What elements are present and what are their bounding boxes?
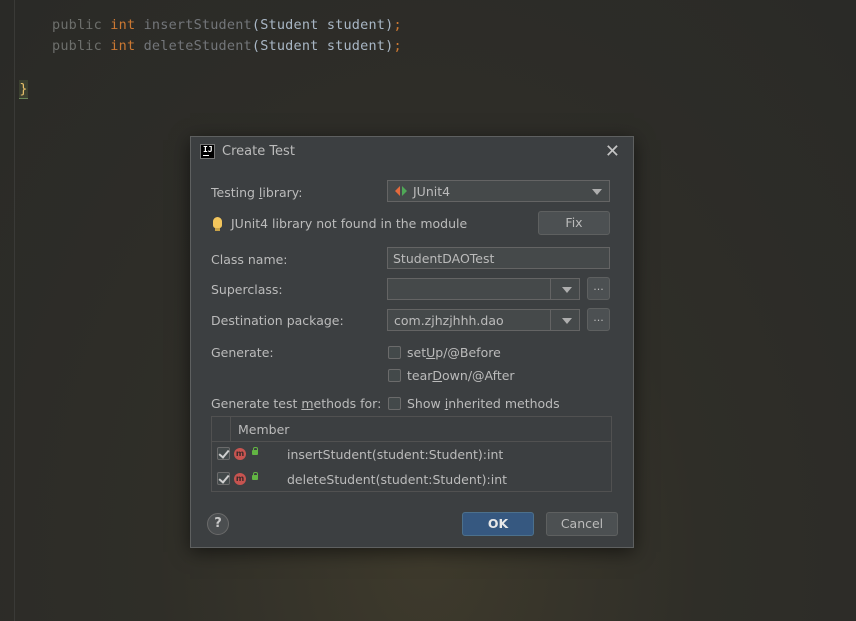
code-method-name: insertStudent (143, 17, 252, 33)
destination-package-label: Destination package: (211, 313, 344, 328)
method-icon: m (234, 448, 246, 460)
close-icon[interactable]: ✕ (605, 141, 620, 162)
combo-separator (550, 279, 551, 299)
class-name-input[interactable] (387, 247, 610, 269)
app-icon-text: IJ (203, 145, 213, 154)
table-header-check-column (212, 417, 231, 441)
generate-label: Generate: (211, 345, 274, 360)
help-button[interactable]: ? (207, 513, 229, 535)
closing-brace[interactable]: } (19, 80, 28, 99)
show-inherited-checkbox[interactable] (388, 397, 401, 410)
testing-library-value: JUnit4 (413, 184, 451, 199)
combo-separator (550, 310, 551, 330)
junit-diamond-icon (395, 186, 407, 196)
chevron-down-icon (562, 287, 572, 293)
superclass-select[interactable] (387, 278, 580, 300)
library-warning-text: JUnit4 library not found in the module (231, 216, 468, 231)
code-modifier: public (52, 17, 102, 33)
code-semicolon: ; (393, 38, 402, 54)
generate-methods-label: Generate test methods for: (211, 396, 382, 411)
public-access-icon (252, 447, 258, 455)
intellij-icon: IJ (200, 144, 215, 159)
table-header: Member (212, 417, 611, 442)
method-icon: m (234, 473, 246, 485)
chevron-down-icon (592, 189, 602, 195)
show-inherited-label[interactable]: Show inherited methods (407, 396, 560, 411)
teardown-checkbox[interactable] (388, 369, 401, 382)
code-modifier: public (52, 38, 102, 54)
cancel-button[interactable]: Cancel (546, 512, 618, 536)
destination-package-select[interactable]: com.zjhzjhhh.dao (387, 309, 580, 331)
destination-package-browse-button[interactable]: ... (587, 308, 610, 331)
testing-library-label: Testing library: (211, 185, 303, 200)
member-column-header[interactable]: Member (238, 422, 289, 437)
member-checkbox[interactable] (217, 472, 230, 485)
dialog-titlebar[interactable]: IJ Create Test ✕ (191, 137, 633, 167)
class-name-field[interactable] (388, 248, 609, 268)
teardown-label[interactable]: tearDown/@After (407, 368, 515, 383)
ok-button[interactable]: OK (462, 512, 534, 536)
table-row[interactable]: m deleteStudent(student:Student):int (212, 467, 611, 491)
member-checkbox[interactable] (217, 447, 230, 460)
create-test-dialog: IJ Create Test ✕ Testing library: JUnit4… (190, 136, 634, 548)
destination-package-value: com.zjhzjhhh.dao (394, 313, 504, 328)
superclass-label: Superclass: (211, 282, 283, 297)
member-table[interactable]: Member m insertStudent(student:Student):… (211, 416, 612, 492)
class-name-label: Class name: (211, 252, 288, 267)
public-access-icon (252, 472, 258, 480)
code-semicolon: ; (393, 17, 402, 33)
code-line-1[interactable]: public int insertStudent(Student student… (52, 17, 402, 33)
lightbulb-base-icon (215, 228, 220, 231)
superclass-browse-button[interactable]: ... (587, 277, 610, 300)
code-method-name: deleteStudent (143, 38, 252, 54)
lightbulb-icon (213, 217, 222, 228)
code-line-2[interactable]: public int deleteStudent(Student student… (52, 38, 402, 54)
testing-library-select[interactable]: JUnit4 (387, 180, 610, 202)
dialog-title: Create Test (222, 144, 295, 159)
chevron-down-icon (562, 318, 572, 324)
setup-checkbox[interactable] (388, 346, 401, 359)
table-row[interactable]: m insertStudent(student:Student):int (212, 442, 611, 466)
member-name: insertStudent(student:Student):int (287, 447, 504, 462)
member-name: deleteStudent(student:Student):int (287, 472, 508, 487)
code-type: int (110, 38, 136, 54)
fix-button[interactable]: Fix (538, 211, 610, 235)
code-type: int (110, 17, 136, 33)
editor-gutter-line (14, 0, 15, 621)
setup-label[interactable]: setUp/@Before (407, 345, 501, 360)
code-params: (Student student) (251, 38, 394, 54)
code-params: (Student student) (251, 17, 394, 33)
